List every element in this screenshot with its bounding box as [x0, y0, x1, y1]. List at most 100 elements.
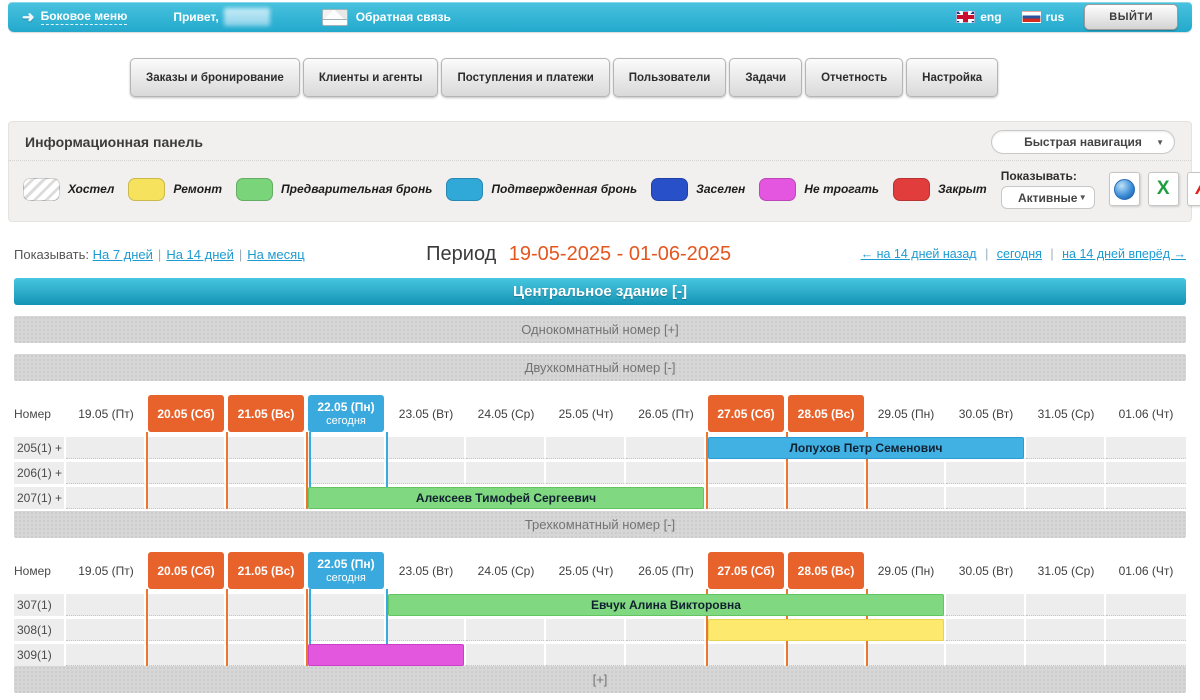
- grid-cell[interactable]: [1026, 462, 1106, 484]
- room-label[interactable]: 308(1): [14, 619, 66, 641]
- grid-cell[interactable]: [466, 462, 546, 484]
- grid-cell[interactable]: [786, 462, 866, 484]
- grid-cell[interactable]: [226, 487, 306, 509]
- grid-cell[interactable]: [386, 462, 466, 484]
- grid-cell[interactable]: [946, 462, 1026, 484]
- quick-nav-select[interactable]: Быстрая навигация ▼: [991, 130, 1175, 154]
- grid-cell[interactable]: [466, 437, 546, 459]
- grid-cell[interactable]: [706, 487, 786, 509]
- booking-bar[interactable]: [708, 619, 944, 641]
- period-forward-link[interactable]: на 14 дней вперёд →: [1062, 247, 1186, 261]
- period-back-link[interactable]: ← на 14 дней назад: [861, 247, 977, 261]
- grid-cell[interactable]: [226, 619, 306, 641]
- grid-cell[interactable]: [226, 462, 306, 484]
- nav-tab[interactable]: Задачи: [729, 58, 802, 97]
- grid-cell[interactable]: [466, 619, 546, 641]
- grid-cell[interactable]: [1106, 644, 1186, 666]
- grid-cell[interactable]: [1106, 487, 1186, 509]
- grid-cell[interactable]: [546, 619, 626, 641]
- lang-eng[interactable]: eng: [956, 10, 1001, 24]
- expand-more-bar[interactable]: [+]: [14, 666, 1186, 693]
- grid-cell[interactable]: [946, 487, 1026, 509]
- grid-cell[interactable]: [146, 594, 226, 616]
- range-link[interactable]: На месяц: [247, 247, 304, 262]
- grid-cell[interactable]: [1026, 594, 1106, 616]
- building-header[interactable]: Центральное здание [-]: [14, 278, 1186, 305]
- grid-cell[interactable]: [66, 644, 146, 666]
- period-today-link[interactable]: сегодня: [997, 247, 1042, 261]
- show-filter-select[interactable]: Активные ▼: [1001, 186, 1095, 209]
- grid-cell[interactable]: [786, 487, 866, 509]
- grid-cell[interactable]: [626, 619, 706, 641]
- grid-cell[interactable]: [306, 437, 386, 459]
- grid-cell[interactable]: [706, 644, 786, 666]
- grid-cell[interactable]: [546, 644, 626, 666]
- nav-tab[interactable]: Клиенты и агенты: [303, 58, 439, 97]
- excel-export-icon[interactable]: X: [1148, 172, 1179, 206]
- grid-cell[interactable]: [1026, 644, 1106, 666]
- range-link[interactable]: На 7 дней: [93, 247, 153, 262]
- grid-cell[interactable]: [146, 644, 226, 666]
- room-label[interactable]: 206(1) +: [14, 462, 66, 484]
- booking-bar[interactable]: Алексеев Тимофей Сергеевич: [308, 487, 704, 509]
- grid-cell[interactable]: [226, 437, 306, 459]
- grid-cell[interactable]: [146, 437, 226, 459]
- grid-cell[interactable]: [1106, 619, 1186, 641]
- category-header-threebedroom[interactable]: Трехкомнатный номер [-]: [14, 511, 1186, 538]
- grid-cell[interactable]: [626, 437, 706, 459]
- grid-cell[interactable]: [66, 487, 146, 509]
- grid-cell[interactable]: [626, 462, 706, 484]
- feedback-link[interactable]: Обратная связь: [356, 10, 451, 24]
- grid-cell[interactable]: [66, 437, 146, 459]
- grid-cell[interactable]: [786, 644, 866, 666]
- grid-cell[interactable]: [386, 619, 466, 641]
- grid-cell[interactable]: [1106, 462, 1186, 484]
- grid-cell[interactable]: [66, 462, 146, 484]
- grid-cell[interactable]: [1106, 594, 1186, 616]
- nav-tab[interactable]: Отчетность: [805, 58, 903, 97]
- room-label[interactable]: 307(1): [14, 594, 66, 616]
- room-label[interactable]: 207(1) +: [14, 487, 66, 509]
- pdf-export-icon[interactable]: A: [1187, 172, 1200, 206]
- category-header-twobedroom[interactable]: Двухкомнатный номер [-]: [14, 354, 1186, 381]
- booking-bar[interactable]: [308, 644, 464, 666]
- nav-tab[interactable]: Пользователи: [613, 58, 727, 97]
- grid-cell[interactable]: [226, 644, 306, 666]
- booking-bar[interactable]: Лопухов Петр Семенович: [708, 437, 1024, 459]
- grid-cell[interactable]: [146, 487, 226, 509]
- grid-cell[interactable]: [946, 644, 1026, 666]
- grid-cell[interactable]: [546, 462, 626, 484]
- grid-cell[interactable]: [1106, 437, 1186, 459]
- grid-cell[interactable]: [146, 619, 226, 641]
- grid-cell[interactable]: [946, 594, 1026, 616]
- lang-rus[interactable]: rus: [1022, 10, 1065, 24]
- nav-tab[interactable]: Поступления и платежи: [441, 58, 609, 97]
- grid-cell[interactable]: [866, 644, 946, 666]
- nav-tab[interactable]: Заказы и бронирование: [130, 58, 300, 97]
- grid-cell[interactable]: [1026, 487, 1106, 509]
- grid-cell[interactable]: [66, 619, 146, 641]
- grid-cell[interactable]: [306, 462, 386, 484]
- category-header-onebedroom[interactable]: Однокомнатный номер [+]: [14, 316, 1186, 343]
- booking-bar[interactable]: Евчук Алина Викторовна: [388, 594, 944, 616]
- grid-cell[interactable]: [546, 437, 626, 459]
- grid-cell[interactable]: [946, 619, 1026, 641]
- grid-cell[interactable]: [866, 462, 946, 484]
- html-export-icon[interactable]: [1109, 172, 1140, 206]
- room-label[interactable]: 205(1) +: [14, 437, 66, 459]
- grid-cell[interactable]: [386, 437, 466, 459]
- grid-cell[interactable]: [146, 462, 226, 484]
- grid-cell[interactable]: [466, 644, 546, 666]
- grid-cell[interactable]: [706, 462, 786, 484]
- range-link[interactable]: На 14 дней: [166, 247, 234, 262]
- room-label[interactable]: 309(1): [14, 644, 66, 666]
- grid-cell[interactable]: [306, 619, 386, 641]
- logout-button[interactable]: выйти: [1084, 4, 1178, 30]
- grid-cell[interactable]: [1026, 437, 1106, 459]
- grid-cell[interactable]: [626, 644, 706, 666]
- lang-rus-label[interactable]: rus: [1046, 10, 1065, 24]
- grid-cell[interactable]: [306, 594, 386, 616]
- grid-cell[interactable]: [866, 487, 946, 509]
- grid-cell[interactable]: [1026, 619, 1106, 641]
- side-menu-link[interactable]: Боковое меню: [41, 9, 128, 25]
